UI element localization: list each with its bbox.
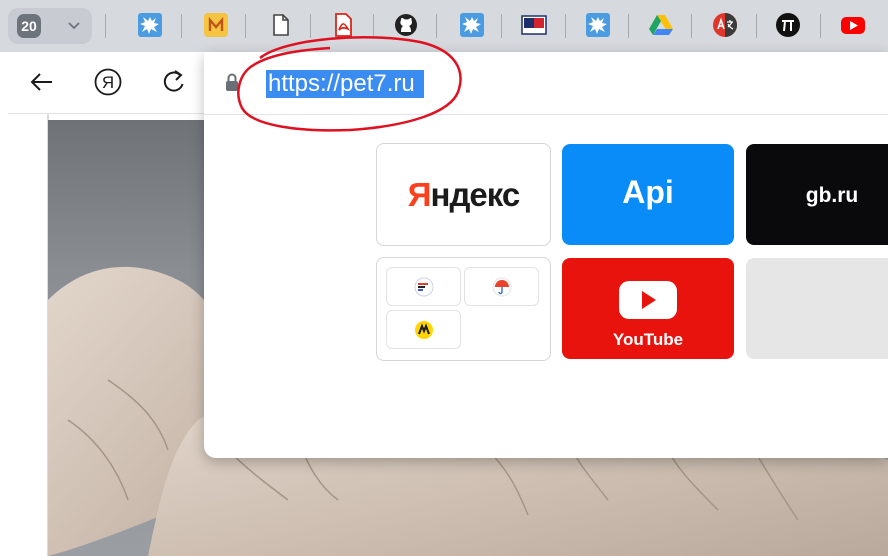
- tab-count-badge: 20: [17, 14, 41, 38]
- url-input[interactable]: [266, 70, 424, 98]
- tab-divider: [310, 14, 311, 38]
- tab-strip: 20: [0, 0, 888, 52]
- tab-divider: [691, 14, 692, 38]
- paint-splash-icon[interactable]: [585, 12, 611, 38]
- m-letter-icon[interactable]: [203, 12, 229, 38]
- pi-icon[interactable]: [775, 12, 801, 38]
- youtube-icon[interactable]: [840, 12, 866, 38]
- arrow-left-icon: [30, 73, 52, 91]
- tab-divider: [436, 14, 437, 38]
- tab-divider: [373, 14, 374, 38]
- omnibox-popup: Яндекс Api gb.ru: [204, 52, 888, 458]
- tab-divider: [565, 14, 566, 38]
- cb-logo-icon[interactable]: [521, 12, 547, 38]
- tile-folder[interactable]: [376, 257, 551, 361]
- folder-item-bank-icon[interactable]: [386, 267, 461, 306]
- folder-item-market-icon[interactable]: [386, 310, 461, 349]
- tab-divider: [501, 14, 502, 38]
- tile-gb-label: gb.ru: [805, 184, 859, 207]
- tile-youtube[interactable]: YouTube: [562, 258, 734, 359]
- folder-item-umbrella-icon[interactable]: [464, 267, 539, 306]
- lock-icon: [226, 73, 238, 91]
- yandex-wordmark-rest: ндекс: [430, 176, 521, 213]
- yandex-button[interactable]: Я: [88, 64, 128, 100]
- document-icon[interactable]: [267, 12, 293, 38]
- translate-icon[interactable]: [712, 12, 738, 38]
- yandex-wordmark-first-letter: Я: [407, 176, 432, 213]
- tile-gb[interactable]: gb.ru: [746, 144, 888, 245]
- tile-youtube-label: YouTube: [612, 330, 684, 349]
- reload-button[interactable]: [154, 64, 194, 100]
- tab-divider: [245, 14, 246, 38]
- tab-divider: [181, 14, 182, 38]
- paint-splash-icon[interactable]: [137, 12, 163, 38]
- tile-empty[interactable]: [746, 258, 888, 359]
- youtube-play-icon: [619, 281, 677, 319]
- tab-counter-button[interactable]: 20: [8, 8, 92, 44]
- yandex-logo-icon: Я: [94, 68, 122, 96]
- google-drive-icon[interactable]: [648, 12, 674, 38]
- tab-divider: [105, 14, 106, 38]
- chevron-down-icon: [68, 22, 80, 30]
- address-bar: [204, 52, 888, 115]
- reload-icon: [163, 70, 184, 92]
- tab-divider: [628, 14, 629, 38]
- yandex-wordmark: Яндекс: [377, 176, 550, 214]
- tile-api-label: Api: [622, 174, 674, 210]
- pdf-icon[interactable]: [330, 12, 356, 38]
- paint-splash-icon[interactable]: [459, 12, 485, 38]
- svg-text:Я: Я: [102, 73, 114, 92]
- tab-divider: [820, 14, 821, 38]
- back-button[interactable]: [22, 64, 62, 100]
- tab-divider: [756, 14, 757, 38]
- github-icon[interactable]: [393, 12, 419, 38]
- tile-api[interactable]: Api: [562, 144, 734, 245]
- tile-yandex[interactable]: Яндекс: [376, 143, 551, 246]
